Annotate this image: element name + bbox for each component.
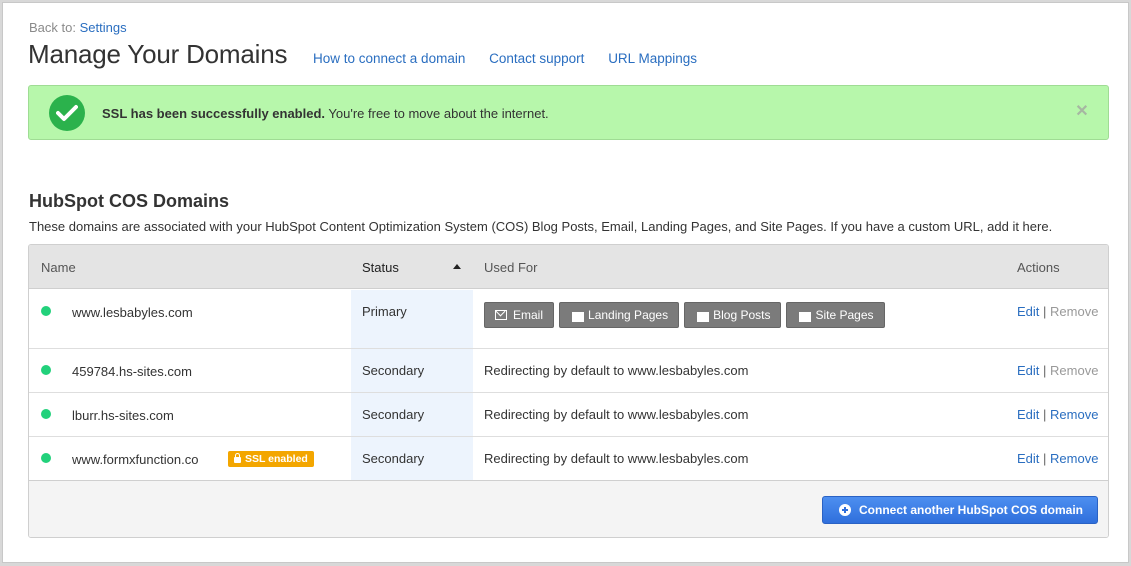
domain-status: Secondary bbox=[362, 363, 425, 378]
domains-table: Name Status Used For Actions www.lesbaby… bbox=[28, 244, 1109, 538]
used-for-text: Redirecting by default to www.lesbabyles… bbox=[484, 407, 749, 422]
domain-status: Secondary bbox=[362, 451, 425, 466]
close-icon[interactable]: ✕ bbox=[1074, 104, 1090, 120]
url-mappings-link[interactable]: URL Mappings bbox=[608, 51, 697, 66]
how-to-connect-link[interactable]: How to connect a domain bbox=[313, 51, 465, 66]
alert-message-bold: SSL has been successfully enabled. bbox=[102, 106, 326, 121]
column-header-actions: Actions bbox=[1017, 260, 1060, 275]
blog-post-icon bbox=[697, 312, 710, 322]
edit-link[interactable]: Edit bbox=[1017, 363, 1039, 378]
edit-link[interactable]: Edit bbox=[1017, 407, 1039, 422]
envelope-icon bbox=[495, 310, 507, 320]
status-dot-icon bbox=[41, 306, 51, 316]
contact-support-link[interactable]: Contact support bbox=[489, 51, 584, 66]
breadcrumb: Back to: Settings bbox=[29, 20, 127, 35]
column-header-used-for[interactable]: Used For bbox=[484, 260, 537, 275]
ssl-enabled-badge: SSL enabled bbox=[228, 451, 314, 467]
table-row: www.formxfunction.co SSL enabled Seconda… bbox=[29, 437, 1108, 481]
plus-circle-icon bbox=[839, 504, 851, 516]
page-layout-icon bbox=[572, 312, 585, 322]
table-footer: Connect another HubSpot COS domain bbox=[29, 481, 1108, 537]
ssl-badge-label: SSL enabled bbox=[245, 453, 308, 465]
success-alert: SSL has been successfully enabled. You'r… bbox=[28, 85, 1109, 140]
lock-icon bbox=[234, 453, 241, 463]
remove-link[interactable]: Remove bbox=[1050, 407, 1098, 422]
remove-link-disabled: Remove bbox=[1050, 363, 1099, 378]
row-actions: Edit | Remove bbox=[1017, 304, 1098, 319]
action-separator: | bbox=[1043, 451, 1047, 466]
connect-domain-label: Connect another HubSpot COS domain bbox=[859, 503, 1083, 517]
table-row: 459784.hs-sites.com Secondary Redirectin… bbox=[29, 349, 1108, 393]
sort-ascending-icon[interactable] bbox=[453, 264, 461, 269]
domain-name: www.formxfunction.co bbox=[72, 452, 199, 467]
section-description: These domains are associated with your H… bbox=[29, 219, 1053, 234]
table-row: www.lesbabyles.com Primary Email Landing… bbox=[29, 290, 1108, 349]
tag-label: Email bbox=[513, 308, 544, 322]
used-for-text: Redirecting by default to www.lesbabyles… bbox=[484, 363, 749, 378]
table-header: Name Status Used For Actions bbox=[29, 245, 1108, 289]
domain-name: lburr.hs-sites.com bbox=[72, 408, 174, 423]
breadcrumb-settings-link[interactable]: Settings bbox=[80, 20, 127, 35]
used-for-tags: Email Landing Pages Blog Posts Site Page… bbox=[484, 302, 885, 328]
domain-status: Primary bbox=[362, 304, 407, 319]
alert-message: SSL has been successfully enabled. You'r… bbox=[102, 106, 549, 121]
action-separator: | bbox=[1043, 407, 1047, 422]
tag-site-pages: Site Pages bbox=[786, 302, 885, 328]
tag-landing-pages: Landing Pages bbox=[559, 302, 680, 328]
remove-link-disabled: Remove bbox=[1050, 304, 1099, 319]
action-separator: | bbox=[1043, 363, 1047, 378]
row-actions: Edit | Remove bbox=[1017, 451, 1098, 466]
domain-name: 459784.hs-sites.com bbox=[72, 364, 192, 379]
remove-link[interactable]: Remove bbox=[1050, 451, 1098, 466]
header-links: How to connect a domain Contact support … bbox=[313, 51, 717, 66]
page: Back to: Settings Manage Your Domains Ho… bbox=[2, 2, 1129, 563]
page-title: Manage Your Domains bbox=[28, 39, 288, 69]
tag-label: Landing Pages bbox=[588, 308, 669, 322]
tag-label: Blog Posts bbox=[713, 308, 771, 322]
site-page-icon bbox=[799, 312, 812, 322]
table-row: lburr.hs-sites.com Secondary Redirecting… bbox=[29, 393, 1108, 437]
edit-link[interactable]: Edit bbox=[1017, 304, 1039, 319]
tag-label: Site Pages bbox=[815, 308, 874, 322]
status-dot-icon bbox=[41, 453, 51, 463]
domain-status: Secondary bbox=[362, 407, 425, 422]
domain-name: www.lesbabyles.com bbox=[72, 305, 193, 320]
connect-domain-button[interactable]: Connect another HubSpot COS domain bbox=[822, 496, 1098, 524]
alert-message-text: You're free to move about the internet. bbox=[325, 106, 549, 121]
section-title: HubSpot COS Domains bbox=[29, 191, 230, 211]
row-actions: Edit | Remove bbox=[1017, 363, 1098, 378]
status-dot-icon bbox=[41, 409, 51, 419]
row-actions: Edit | Remove bbox=[1017, 407, 1098, 422]
edit-link[interactable]: Edit bbox=[1017, 451, 1039, 466]
used-for-text: Redirecting by default to www.lesbabyles… bbox=[484, 451, 749, 466]
column-header-name[interactable]: Name bbox=[41, 260, 76, 275]
status-dot-icon bbox=[41, 365, 51, 375]
tag-email: Email bbox=[484, 302, 555, 328]
tag-blog-posts: Blog Posts bbox=[684, 302, 782, 328]
column-header-status[interactable]: Status bbox=[362, 260, 399, 275]
check-circle-icon bbox=[49, 95, 85, 131]
breadcrumb-prefix: Back to: bbox=[29, 20, 76, 35]
action-separator: | bbox=[1043, 304, 1047, 319]
